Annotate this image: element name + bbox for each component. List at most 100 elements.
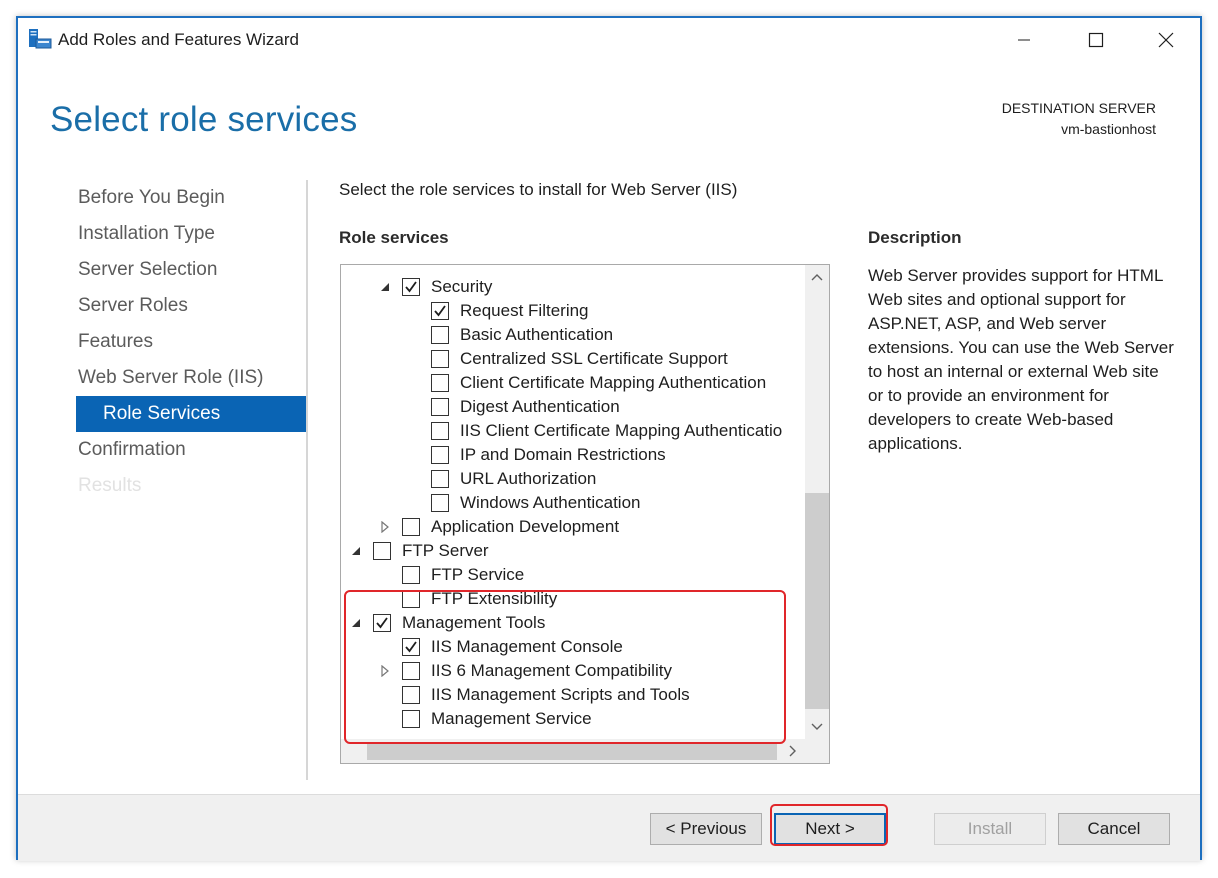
checkbox[interactable] (402, 566, 420, 584)
tree-item-label: Basic Authentication (460, 325, 614, 344)
destination-label: DESTINATION SERVER (1001, 100, 1156, 116)
checkbox[interactable] (431, 350, 449, 368)
checkbox[interactable] (431, 494, 449, 512)
tree-item[interactable]: FTP Service (378, 563, 524, 587)
tree-item-label: Digest Authentication (460, 397, 620, 416)
tree-item[interactable]: URL Authorization (407, 467, 596, 491)
checkbox[interactable] (431, 302, 449, 320)
checkbox[interactable] (402, 278, 420, 296)
checkbox[interactable] (431, 446, 449, 464)
tree-item[interactable]: Management Tools (349, 611, 545, 635)
checkbox[interactable] (431, 374, 449, 392)
title-bar[interactable]: Add Roles and Features Wizard (18, 18, 1200, 62)
horizontal-scrollbar[interactable] (341, 739, 805, 763)
tree-item[interactable]: Centralized SSL Certificate Support (407, 347, 728, 371)
tree-item-label: Management Tools (402, 613, 546, 632)
triangle-expanded-icon[interactable] (349, 616, 363, 630)
checkbox[interactable] (431, 470, 449, 488)
previous-button[interactable]: < Previous (650, 813, 762, 845)
tree-item[interactable]: Request Filtering (407, 299, 589, 323)
tree-item[interactable]: IP and Domain Restrictions (407, 443, 666, 467)
checkmark-icon (376, 617, 388, 629)
tree-item[interactable]: Digest Authentication (407, 395, 620, 419)
tree-item[interactable]: Management Service (378, 707, 592, 731)
tree-item[interactable]: IIS 6 Management Compatibility (378, 659, 672, 683)
maximize-button[interactable] (1072, 22, 1120, 58)
close-button[interactable] (1142, 22, 1190, 58)
install-button: Install (934, 813, 1046, 845)
tree-item[interactable]: FTP Server (349, 539, 489, 563)
checkbox[interactable] (431, 398, 449, 416)
scroll-right-button[interactable] (781, 739, 805, 763)
tree-item[interactable]: FTP Extensibility (378, 587, 557, 611)
checkbox[interactable] (373, 614, 391, 632)
checkbox[interactable] (402, 518, 420, 536)
wizard-nav: Before You Begin Installation Type Server … (76, 180, 308, 504)
tree-item-label: Management Service (431, 709, 592, 728)
destination-server-name: vm-bastionhost (1061, 121, 1156, 137)
triangle-expanded-icon[interactable] (349, 544, 363, 558)
checkbox[interactable] (431, 326, 449, 344)
tree-item-label: IIS 6 Management Compatibility (431, 661, 672, 680)
tree-item[interactable]: Application Development (378, 515, 619, 539)
nav-item-before-you-begin[interactable]: Before You Begin (76, 180, 308, 216)
description-text: Web Server provides support for HTML Web… (868, 266, 1174, 453)
nav-item-web-server-role-iis[interactable]: Web Server Role (IIS) (76, 360, 308, 396)
checkbox[interactable] (402, 590, 420, 608)
triangle-collapsed-icon[interactable] (378, 664, 392, 678)
tree-item[interactable]: Windows Authentication (407, 491, 641, 515)
tree-item-label: IIS Management Scripts and Tools (431, 685, 690, 704)
horizontal-scroll-thumb[interactable] (367, 742, 777, 760)
checkbox[interactable] (431, 422, 449, 440)
tree-item-label: IP and Domain Restrictions (460, 445, 666, 464)
next-button[interactable]: Next > (774, 813, 886, 845)
wizard-footer: < Previous Next > Install Cancel (18, 794, 1200, 861)
nav-item-installation-type[interactable]: Installation Type (76, 216, 308, 252)
tree-item-label: FTP Service (431, 565, 525, 584)
checkbox[interactable] (402, 662, 420, 680)
nav-item-role-services[interactable]: Role Services (76, 396, 308, 432)
checkbox[interactable] (402, 638, 420, 656)
scrollbar-corner (805, 739, 829, 763)
vertical-scroll-thumb[interactable] (805, 493, 829, 709)
nav-item-confirmation[interactable]: Confirmation (76, 432, 308, 468)
server-manager-icon (28, 28, 52, 50)
description-label: Description (868, 228, 962, 247)
wizard-window: Add Roles and Features Wizard Select rol… (16, 16, 1202, 861)
tree-item-label: Client Certificate Mapping Authenticatio… (460, 373, 767, 392)
checkmark-icon (405, 641, 417, 653)
tree-item[interactable]: IIS Management Scripts and Tools (378, 683, 690, 707)
triangle-expanded-icon[interactable] (378, 280, 392, 294)
destination-server-info: DESTINATION SERVER vm-bastionhost (1002, 98, 1156, 140)
page-title: Select role services (50, 100, 358, 139)
tree-item[interactable]: Client Certificate Mapping Authenticatio… (407, 371, 766, 395)
window-title: Add Roles and Features Wizard (58, 30, 299, 49)
tree-item[interactable]: IIS Management Console (378, 635, 623, 659)
tree-item[interactable]: IIS Client Certificate Mapping Authentic… (407, 419, 782, 443)
cancel-button[interactable]: Cancel (1058, 813, 1170, 845)
checkbox[interactable] (373, 542, 391, 560)
tree-item-label: FTP Server (402, 541, 489, 560)
scroll-down-button[interactable] (805, 715, 829, 739)
tree-item-label: URL Authorization (460, 469, 597, 488)
role-services-label: Role services (339, 228, 449, 247)
instruction-text: Select the role services to install for … (339, 180, 738, 199)
nav-item-server-roles[interactable]: Server Roles (76, 288, 308, 324)
minimize-button[interactable] (1000, 22, 1048, 58)
tree-item-label: IIS Client Certificate Mapping Authentic… (460, 421, 783, 440)
tree-item[interactable]: Security (378, 275, 492, 299)
tree-item-label: Security (431, 277, 493, 296)
nav-item-features[interactable]: Features (76, 324, 308, 360)
checkbox[interactable] (402, 710, 420, 728)
nav-item-server-selection[interactable]: Server Selection (76, 252, 308, 288)
triangle-collapsed-icon[interactable] (378, 520, 392, 534)
close-icon (1158, 32, 1174, 48)
role-services-tree[interactable]: Security Request Filtering Basic Authentic… (340, 264, 830, 764)
scroll-up-button[interactable] (805, 265, 829, 289)
nav-divider (306, 180, 308, 780)
tree-item-label: Centralized SSL Certificate Support (460, 349, 728, 368)
checkbox[interactable] (402, 686, 420, 704)
tree-item[interactable]: Basic Authentication (407, 323, 613, 347)
nav-item-results: Results (78, 475, 142, 496)
vertical-scrollbar[interactable] (805, 265, 829, 739)
